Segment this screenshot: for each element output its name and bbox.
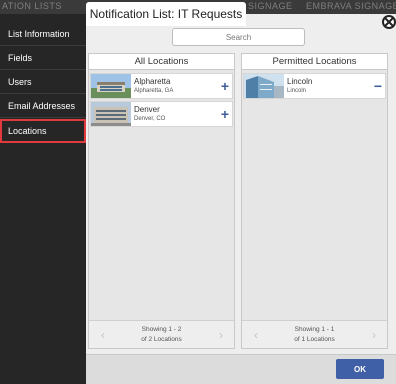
all-locations-panel: All Locations Alpharetta Alpharetta, GA … [88, 53, 235, 349]
plus-icon: + [220, 78, 230, 94]
add-location-button[interactable]: + [218, 78, 232, 94]
sidebar-item-label: Email Addresses [8, 101, 76, 111]
app-tab-embrava-signage: EMBRAVA SIGNAGE [306, 1, 396, 11]
sidebar-item-fields[interactable]: Fields [0, 46, 86, 70]
pager-status-line: Showing 1 - 1 [294, 326, 335, 333]
settings-sidebar: List Information Fields Users Email Addr… [0, 14, 86, 384]
permitted-locations-panel: Permitted Locations Lincoln Lincoln − ‹ … [241, 53, 388, 349]
sidebar-item-users[interactable]: Users [0, 70, 86, 94]
sidebar-item-email-addresses[interactable]: Email Addresses [0, 94, 86, 118]
pager-status-line: Showing 1 - 2 [141, 326, 182, 333]
location-card-lincoln[interactable]: Lincoln Lincoln − [243, 73, 386, 99]
pager-status: Showing 1 - 1 of 1 Locations [262, 325, 367, 345]
sidebar-item-label: Fields [8, 53, 33, 63]
location-card-denver[interactable]: Denver Denver, CO + [90, 101, 233, 127]
location-subtitle: Lincoln [287, 88, 307, 94]
sidebar-item-label: Users [8, 77, 32, 87]
location-name: Lincoln [287, 77, 313, 86]
dialog-title: Notification List: IT Requests [86, 2, 246, 26]
close-button[interactable] [382, 15, 396, 29]
pager-next-button[interactable]: › [215, 328, 227, 342]
ok-button[interactable]: OK [336, 359, 384, 379]
location-subtitle: Alpharetta, GA [134, 88, 174, 94]
minus-icon: − [373, 78, 383, 94]
location-subtitle: Denver, CO [134, 116, 166, 122]
sidebar-item-locations[interactable]: Locations [0, 119, 86, 143]
chevron-right-icon: › [219, 328, 223, 342]
permitted-locations-header: Permitted Locations [242, 54, 387, 70]
pager-prev-button[interactable]: ‹ [97, 328, 109, 342]
remove-location-button[interactable]: − [371, 78, 385, 94]
app-tab-signage: SIGNAGE [248, 1, 293, 11]
location-thumbnail [91, 74, 131, 98]
notification-list-dialog: Notification List: IT Requests All Locat… [86, 2, 396, 384]
pager-status-line: of 2 Locations [141, 336, 182, 343]
all-locations-header: All Locations [89, 54, 234, 70]
close-icon [385, 18, 393, 26]
dialog-footer: OK [86, 354, 396, 384]
add-location-button[interactable]: + [218, 106, 232, 122]
location-card-alpharetta[interactable]: Alpharetta Alpharetta, GA + [90, 73, 233, 99]
location-thumbnail [91, 102, 131, 126]
location-name: Denver [134, 105, 160, 114]
pager-next-button[interactable]: › [368, 328, 380, 342]
location-name: Alpharetta [134, 77, 171, 86]
chevron-right-icon: › [372, 328, 376, 342]
pager-status-line: of 1 Locations [294, 336, 335, 343]
chevron-left-icon: ‹ [101, 328, 105, 342]
app-tab-notification-lists: ATION LISTS [2, 1, 62, 11]
all-locations-pager: ‹ Showing 1 - 2 of 2 Locations › [89, 320, 234, 348]
location-thumbnail [244, 74, 284, 98]
plus-icon: + [220, 106, 230, 122]
permitted-locations-pager: ‹ Showing 1 - 1 of 1 Locations › [242, 320, 387, 348]
sidebar-item-label: List Information [8, 29, 70, 39]
pager-prev-button[interactable]: ‹ [250, 328, 262, 342]
pager-status: Showing 1 - 2 of 2 Locations [109, 325, 214, 345]
sidebar-item-list-information[interactable]: List Information [0, 22, 86, 46]
chevron-left-icon: ‹ [254, 328, 258, 342]
search-input[interactable] [172, 28, 305, 46]
sidebar-item-label: Locations [8, 126, 47, 136]
